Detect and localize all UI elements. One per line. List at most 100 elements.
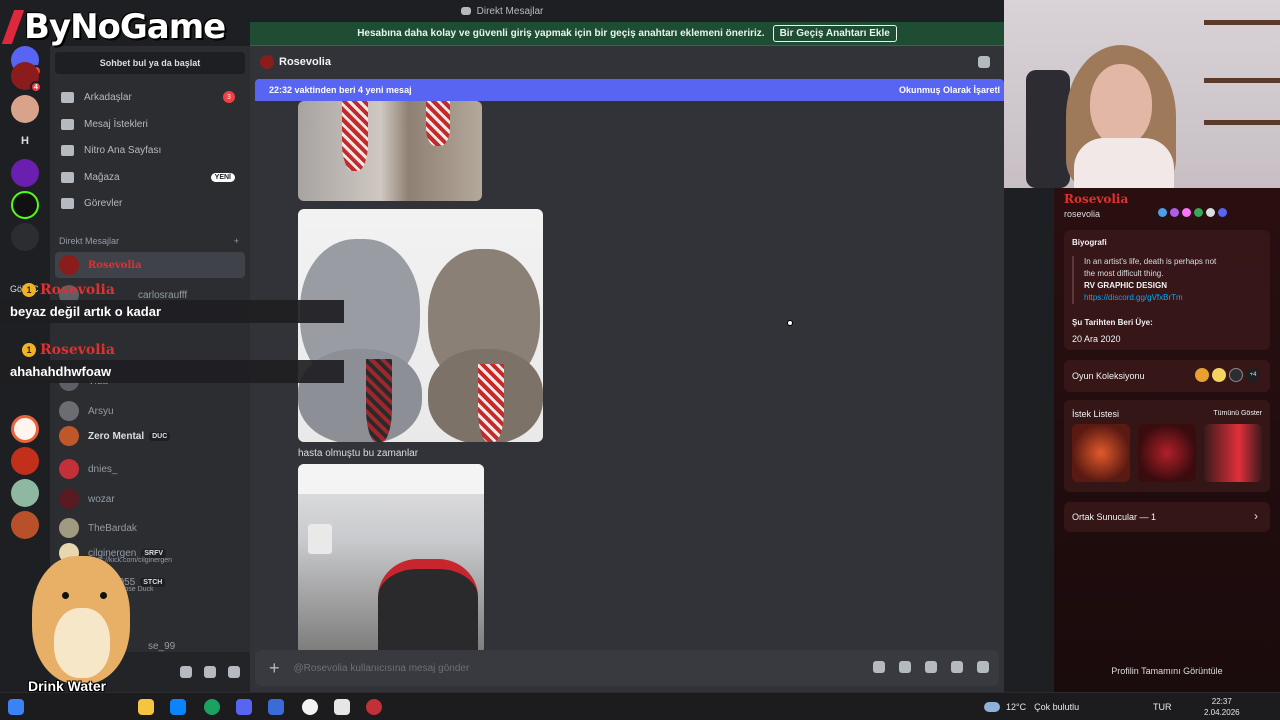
bio-text: In an artist's life, death is perhaps no… [1072, 256, 1254, 304]
composer-placeholder: @Rosevolia kullanıcısına mesaj gönder [293, 662, 470, 674]
friends-badge: 3 [223, 91, 235, 103]
mail-icon [61, 118, 74, 130]
start-button[interactable] [8, 699, 24, 715]
attach-plus-icon[interactable]: + [269, 659, 280, 677]
kick-server-icon[interactable] [11, 191, 39, 219]
new-messages-bar[interactable]: 22:32 vaktinden beri 4 yeni mesaj Okunmu… [255, 79, 1004, 101]
copilot-icon[interactable] [170, 699, 186, 715]
server-icon[interactable] [11, 223, 39, 251]
temperature: 12°C [1006, 702, 1027, 712]
cat-in-carrier-photo[interactable] [298, 464, 484, 654]
nav-quests[interactable]: Görevler [55, 191, 245, 215]
shelf-shape [1204, 120, 1280, 125]
cat-photo-attachment[interactable] [298, 101, 482, 201]
wishlist-item[interactable] [1072, 424, 1130, 482]
nav-label: Mağaza [84, 171, 120, 183]
game-collection-card[interactable]: Oyun Koleksiyonu +4 [1064, 360, 1270, 392]
server-badge: 4 [30, 81, 42, 93]
cats-with-ties-photo[interactable] [298, 209, 543, 442]
server-icon[interactable] [11, 479, 39, 507]
server-icon[interactable] [11, 159, 39, 187]
emoji-icon[interactable] [951, 661, 963, 673]
device-shape [308, 524, 332, 554]
nav-label: Arkadaşlar [84, 91, 132, 103]
headphones-icon[interactable] [204, 666, 216, 678]
create-dm-button[interactable]: + [234, 236, 239, 246]
dm-item[interactable]: Arsyu [55, 398, 245, 424]
stream-chat-user: 1 Rosevolia [0, 280, 344, 300]
show-all-link[interactable]: Tümünü Göster [1213, 410, 1262, 417]
window-title: Direkt Mesajlar [476, 5, 544, 17]
drink-water-caption: Drink Water [28, 678, 107, 694]
server-icon[interactable] [11, 415, 39, 443]
nav-shop[interactable]: Mağaza YENİ [55, 165, 245, 189]
clock-date: 2.04.2026 [1204, 708, 1240, 717]
chat-header: Rosevolia [250, 46, 1004, 78]
language-indicator[interactable]: TUR [1153, 693, 1172, 720]
hamster-belly [54, 608, 110, 678]
nav-friends[interactable]: Arkadaşlar 3 [55, 85, 245, 109]
chat-area: Rosevolia 22:32 vaktinden beri 4 yeni me… [250, 46, 1004, 692]
mark-as-read-button[interactable]: Okunmuş Olarak İşaretl [899, 85, 1000, 95]
tie-shape [366, 359, 392, 442]
member-since-title: Şu Tarihten Beri Üye: [1072, 318, 1153, 327]
wishlist-item[interactable] [1204, 424, 1262, 482]
avatar [260, 55, 274, 69]
apps-icon[interactable] [977, 661, 989, 673]
nav-nitro[interactable]: Nitro Ana Sayfası [55, 138, 245, 162]
server-icon[interactable] [11, 447, 39, 475]
gif-icon[interactable] [899, 661, 911, 673]
banner-text: Hesabına daha kolay ve güvenli giriş yap… [357, 28, 765, 39]
discord-icon[interactable] [236, 699, 252, 715]
avatar [59, 426, 79, 446]
quests-icon [61, 197, 74, 209]
file-explorer-icon[interactable] [138, 699, 154, 715]
chat-recipient-name: Rosevolia [279, 56, 331, 68]
dm-name: dnies_ [88, 463, 118, 475]
app-icon[interactable] [268, 699, 284, 715]
chrome-icon[interactable] [204, 699, 220, 715]
media-player-icon[interactable] [302, 699, 318, 715]
dm-item-rosevolia[interactable]: Rosevolia [55, 252, 245, 278]
stream-chat-text: ahahahdhwfoaw [0, 360, 344, 383]
app-icon[interactable] [366, 699, 382, 715]
hamster-eye [100, 592, 107, 599]
carrier-shape [378, 559, 478, 654]
server-tag: DUC [149, 431, 171, 441]
nav-label: Mesaj İstekleri [84, 118, 148, 130]
mutual-servers-row[interactable]: Ortak Sunucular — 1 › [1064, 502, 1270, 532]
message-composer[interactable]: + @Rosevolia kullanıcısına mesaj gönder [255, 650, 999, 686]
dm-item[interactable]: dnies_ [55, 456, 245, 482]
microphone-icon[interactable] [180, 666, 192, 678]
new-messages-text: 22:32 vaktinden beri 4 yeni mesaj [269, 85, 412, 95]
weather-widget[interactable]: 12°C Çok bulutlu [984, 693, 1079, 720]
settings-gear-icon[interactable] [228, 666, 240, 678]
dm-header-label: Direkt Mesajlar [59, 236, 120, 246]
gift-icon[interactable] [873, 661, 885, 673]
server-letter-h[interactable]: H [11, 127, 39, 155]
find-conversation-input[interactable]: Sohbet bul ya da başlat [55, 52, 245, 74]
stream-chat-user: 1 Rosevolia [0, 340, 344, 360]
nav-message-requests[interactable]: Mesaj İstekleri [55, 112, 245, 136]
sticker-icon[interactable] [925, 661, 937, 673]
profile-badges [1158, 208, 1227, 217]
passkey-banner: Hesabına daha kolay ve güvenli giriş yap… [250, 22, 1004, 46]
capcut-icon[interactable] [334, 699, 350, 715]
wishlist-item[interactable] [1138, 424, 1196, 482]
view-full-profile-button[interactable]: Profilin Tamamını Görüntüle [1054, 666, 1280, 676]
server-icon[interactable] [11, 95, 39, 123]
dm-item[interactable]: wozar [55, 486, 245, 512]
server-icon[interactable]: 4 [11, 62, 42, 93]
call-icon[interactable] [978, 56, 990, 68]
bio-link[interactable]: https://discord.gg/gVfxBrTm [1084, 292, 1254, 304]
dm-item[interactable]: Zero Mental DUC [55, 423, 245, 449]
nav-label: Görevler [84, 197, 123, 209]
game-icon [1229, 368, 1243, 382]
bio-line: In an artist's life, death is perhaps no… [1084, 257, 1217, 266]
add-passkey-button[interactable]: Bir Geçiş Anahtarı Ekle [772, 25, 897, 42]
more-games-count: +4 [1246, 368, 1260, 382]
dm-name: Rosevolia [88, 259, 142, 271]
stream-chat-text: beyaz değil artık o kadar [0, 300, 344, 323]
badge-icon [1170, 208, 1179, 217]
system-clock[interactable]: 22:37 2.04.2026 [1204, 696, 1240, 718]
